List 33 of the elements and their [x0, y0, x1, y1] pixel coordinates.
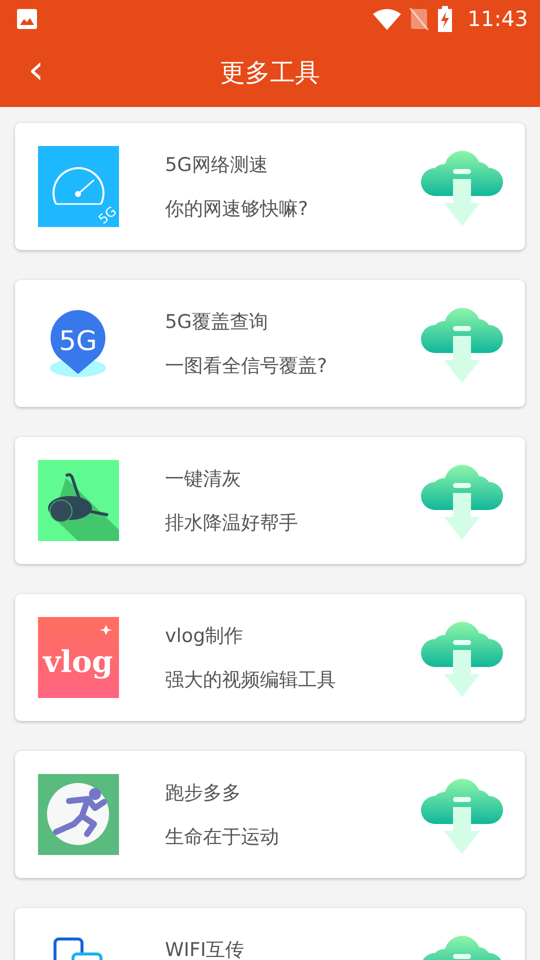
tool-card[interactable]: 跑步多多 生命在于运动	[15, 751, 525, 878]
wifi-icon	[373, 8, 402, 30]
tool-title: 5G覆盖查询	[165, 310, 269, 335]
tool-title: 5G网络测速	[165, 153, 269, 178]
tool-subtitle: 你的网速够快嘛?	[165, 197, 310, 222]
vacuum-cleaner-icon	[38, 460, 119, 541]
tool-title: WIFI互传	[165, 938, 245, 960]
tool-card[interactable]: 5G 5G网络测速 你的网速够快嘛?	[15, 123, 525, 250]
back-button[interactable]: ‹	[22, 50, 50, 90]
image-icon	[16, 8, 38, 30]
tool-title: 一键清灰	[165, 467, 242, 492]
tool-subtitle: 强大的视频编辑工具	[165, 668, 337, 693]
tool-title: vlog制作	[165, 624, 244, 649]
cloud-download-icon[interactable]	[421, 462, 503, 540]
status-time: 11:43	[467, 7, 528, 31]
tool-subtitle: 排水降温好帮手	[165, 511, 299, 536]
cloud-download-icon[interactable]	[421, 776, 503, 854]
speedometer-icon: 5G	[38, 146, 119, 227]
tool-card[interactable]: 5G 5G覆盖查询 一图看全信号覆盖?	[15, 280, 525, 407]
tool-card[interactable]: 一键清灰 排水降温好帮手	[15, 437, 525, 564]
tool-subtitle: 一图看全信号覆盖?	[165, 354, 328, 379]
tool-title: 跑步多多	[165, 781, 242, 806]
cloud-download-icon[interactable]	[421, 148, 503, 226]
vlog-logo-icon: vlog	[38, 617, 119, 698]
cloud-download-icon[interactable]	[421, 619, 503, 697]
tool-card[interactable]: WIFI互传	[15, 908, 525, 960]
tool-card[interactable]: vlog vlog制作 强大的视频编辑工具	[15, 594, 525, 721]
battery-charging-icon	[437, 6, 454, 32]
cloud-download-icon[interactable]	[421, 305, 503, 383]
page-title: 更多工具	[220, 57, 320, 89]
runner-icon	[38, 774, 119, 855]
no-sim-icon	[409, 7, 430, 31]
tool-subtitle: 生命在于运动	[165, 825, 280, 850]
